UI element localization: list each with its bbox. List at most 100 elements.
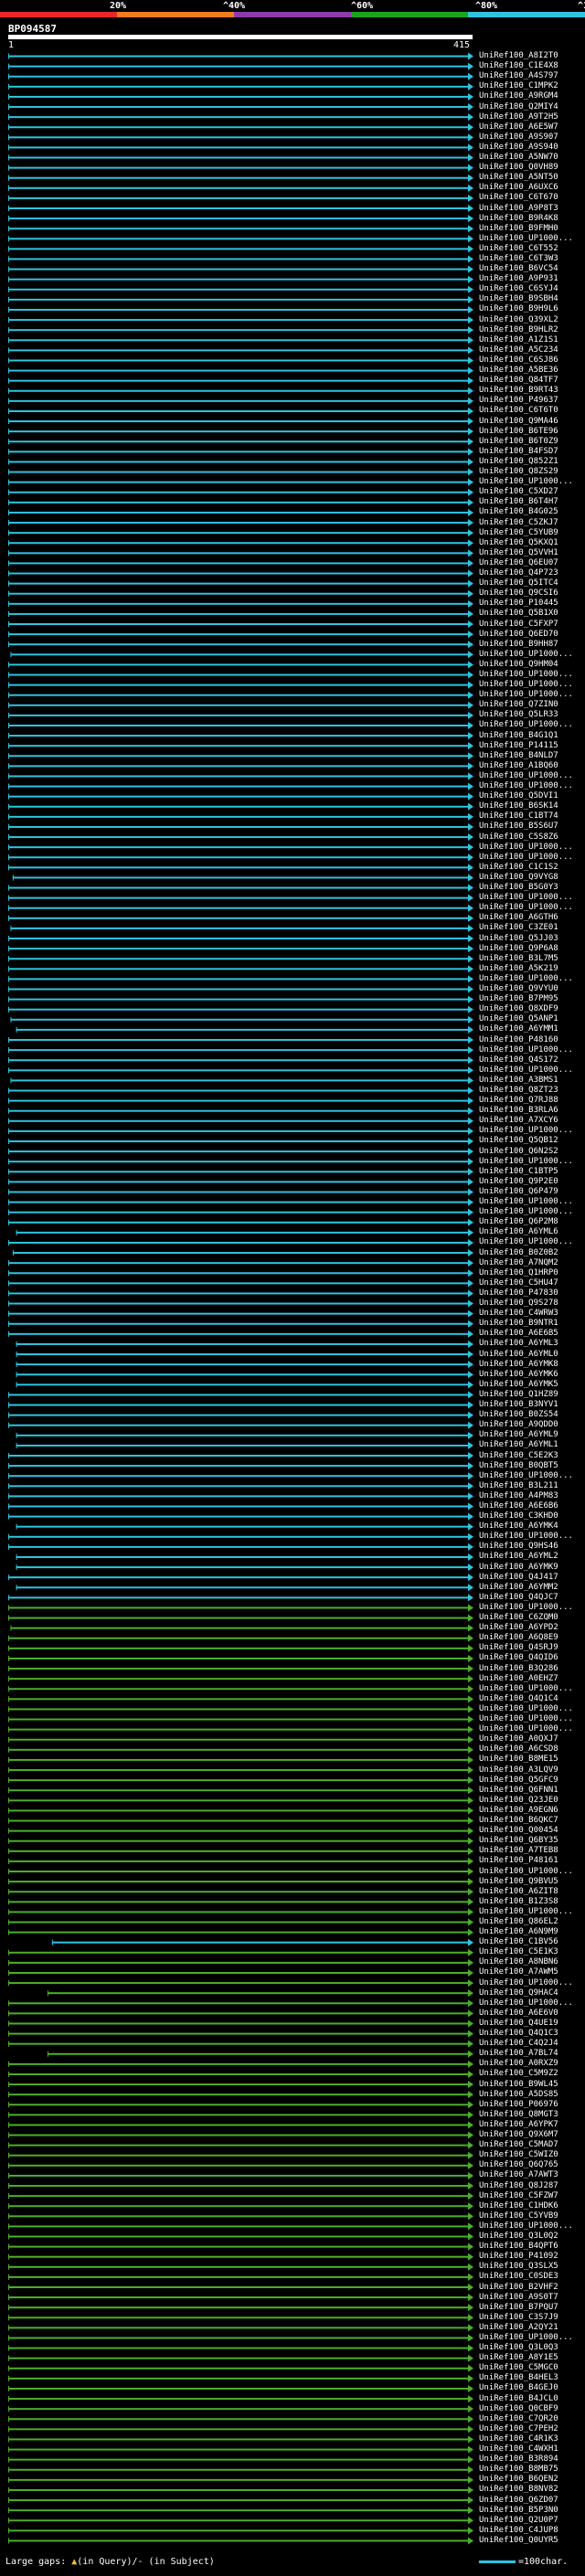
hit-label[interactable]: UniRef100_A3LQV9 [479,1765,558,1775]
alignment-bar[interactable] [8,755,469,758]
hit-label[interactable]: UniRef100_A5NW70 [479,154,558,162]
hit-label[interactable]: UniRef100_Q6N2S2 [479,1147,558,1156]
alignment-bar[interactable] [8,228,469,230]
hit-label[interactable]: UniRef100_B3L211 [479,1481,558,1490]
alignment-bar[interactable] [8,1657,469,1659]
alignment-bar[interactable] [8,2428,469,2431]
hit-label[interactable]: UniRef100_A6CSD8 [479,1745,558,1754]
hit-label[interactable]: UniRef100_C5MGC0 [479,2364,558,2372]
hit-label[interactable]: UniRef100_C6T6T0 [479,407,558,415]
hit-label[interactable]: UniRef100_A4S797 [479,72,558,80]
hit-label[interactable]: UniRef100_Q5JJ03 [479,934,558,943]
hit-label[interactable]: UniRef100_B7PM95 [479,995,558,1003]
hit-label[interactable]: UniRef100_A6YMK5 [479,1380,558,1389]
hit-label[interactable]: UniRef100_Q4Q1C3 [479,2030,558,2038]
hit-label[interactable]: UniRef100_A9P8T3 [479,204,558,213]
hit-label[interactable]: UniRef100_A6YPK7 [479,2120,558,2129]
hit-label[interactable]: UniRef100_B0Z0B2 [479,1248,558,1257]
alignment-bar[interactable] [8,369,469,372]
hit-label[interactable]: UniRef100_A6E6B6 [479,1502,558,1511]
hit-label[interactable]: UniRef100_Q9HAC4 [479,1988,558,1998]
hit-label[interactable]: UniRef100_B8MB75 [479,2465,558,2474]
hit-label[interactable]: UniRef100_B6T4H7 [479,498,558,506]
hit-label[interactable]: UniRef100_UP1000... [479,1208,573,1216]
hit-label[interactable]: UniRef100_B0ZS54 [479,1411,558,1419]
alignment-bar[interactable] [8,430,469,433]
hit-label[interactable]: UniRef100_A6UXC6 [479,184,558,192]
alignment-bar[interactable] [8,2398,469,2401]
hit-label[interactable]: UniRef100_B1Z3S8 [479,1897,558,1906]
hit-label[interactable]: UniRef100_C4WRW3 [479,1309,558,1318]
hit-label[interactable]: UniRef100_UP1000... [479,2334,573,2342]
hit-label[interactable]: UniRef100_C5MAD7 [479,2141,558,2149]
alignment-bar[interactable] [8,1109,469,1112]
alignment-bar[interactable] [8,1982,469,1985]
hit-label[interactable]: UniRef100_C6T3W3 [479,255,558,263]
alignment-bar[interactable] [8,1789,469,1792]
hit-label[interactable]: UniRef100_Q8ZS29 [479,468,558,476]
alignment-bar[interactable] [16,1383,469,1386]
hit-label[interactable]: UniRef100_A0QXJ7 [479,1735,558,1744]
alignment-bar[interactable] [8,55,469,58]
hit-label[interactable]: UniRef100_Q7ZIN0 [479,701,558,709]
hit-label[interactable]: UniRef100_Q8J287 [479,2181,558,2190]
alignment-bar[interactable] [8,2275,469,2278]
alignment-bar[interactable] [8,258,469,260]
alignment-bar[interactable] [8,2327,469,2329]
hit-label[interactable]: UniRef100_Q4QJC7 [479,1593,558,1602]
alignment-bar[interactable] [8,248,469,250]
hit-label[interactable]: UniRef100_C6T552 [479,244,558,253]
hit-label[interactable]: UniRef100_A6YML9 [479,1431,558,1439]
hit-label[interactable]: UniRef100_A6YML6 [479,1228,558,1236]
alignment-bar[interactable] [8,409,469,412]
hit-label[interactable]: UniRef100_C1BTP5 [479,1167,558,1176]
alignment-bar[interactable] [8,268,469,270]
alignment-bar[interactable] [16,1566,469,1569]
alignment-bar[interactable] [8,1515,469,1518]
hit-label[interactable]: UniRef100_C1BV56 [479,1938,558,1946]
alignment-bar[interactable] [16,1353,469,1356]
hit-label[interactable]: UniRef100_C5WIZ0 [479,2151,558,2159]
hit-label[interactable]: UniRef100_Q3L0Q2 [479,2232,558,2241]
hit-label[interactable]: UniRef100_A0RXZ9 [479,2060,558,2068]
hit-label[interactable]: UniRef100_UP1000... [479,1198,573,1206]
alignment-bar[interactable] [8,785,469,788]
hit-label[interactable]: UniRef100_C1C1S2 [479,863,558,872]
hit-label[interactable]: UniRef100_UP1000... [479,1978,573,1988]
hit-label[interactable]: UniRef100_B0QBT5 [479,1461,558,1470]
alignment-bar[interactable] [8,2488,469,2491]
alignment-bar[interactable] [8,1282,469,1285]
hit-label[interactable]: UniRef100_C3ZE01 [479,924,558,932]
alignment-bar[interactable] [8,1008,469,1011]
hit-label[interactable]: UniRef100_UP1000... [479,671,573,679]
hit-label[interactable]: UniRef100_UP1000... [479,478,573,486]
hit-label[interactable]: UniRef100_UP1000... [479,1065,573,1075]
hit-label[interactable]: UniRef100_A6YMM1 [479,1025,558,1034]
hit-label[interactable]: UniRef100_UP1000... [479,1603,573,1612]
hit-label[interactable]: UniRef100_B4FSD7 [479,447,558,456]
alignment-bar[interactable] [8,288,469,291]
hit-label[interactable]: UniRef100_A8Y1E5 [479,2354,558,2362]
alignment-bar[interactable] [8,2042,469,2045]
alignment-bar[interactable] [8,1860,469,1862]
alignment-bar[interactable] [8,95,469,98]
alignment-bar[interactable] [8,126,469,129]
hit-label[interactable]: UniRef100_Q9P2E0 [479,1177,558,1186]
alignment-bar[interactable] [8,522,469,525]
hit-label[interactable]: UniRef100_C5M9Z2 [479,2070,558,2078]
hit-label[interactable]: UniRef100_Q5KXQ1 [479,538,558,547]
hit-label[interactable]: UniRef100_Q9MA46 [479,417,558,426]
alignment-bar[interactable] [8,2286,469,2289]
alignment-bar[interactable] [8,217,469,220]
alignment-bar[interactable] [8,511,469,514]
hit-label[interactable]: UniRef100_Q1HZ89 [479,1390,558,1399]
alignment-bar[interactable] [8,1728,469,1731]
alignment-bar[interactable] [8,1545,469,1548]
alignment-bar[interactable] [8,2377,469,2380]
hit-label[interactable]: UniRef100_B7PQU7 [479,2303,558,2312]
alignment-bar[interactable] [8,978,469,981]
alignment-bar[interactable] [16,1363,469,1366]
alignment-bar[interactable] [8,988,469,991]
alignment-bar[interactable] [8,2083,469,2086]
alignment-bar[interactable] [8,1688,469,1691]
